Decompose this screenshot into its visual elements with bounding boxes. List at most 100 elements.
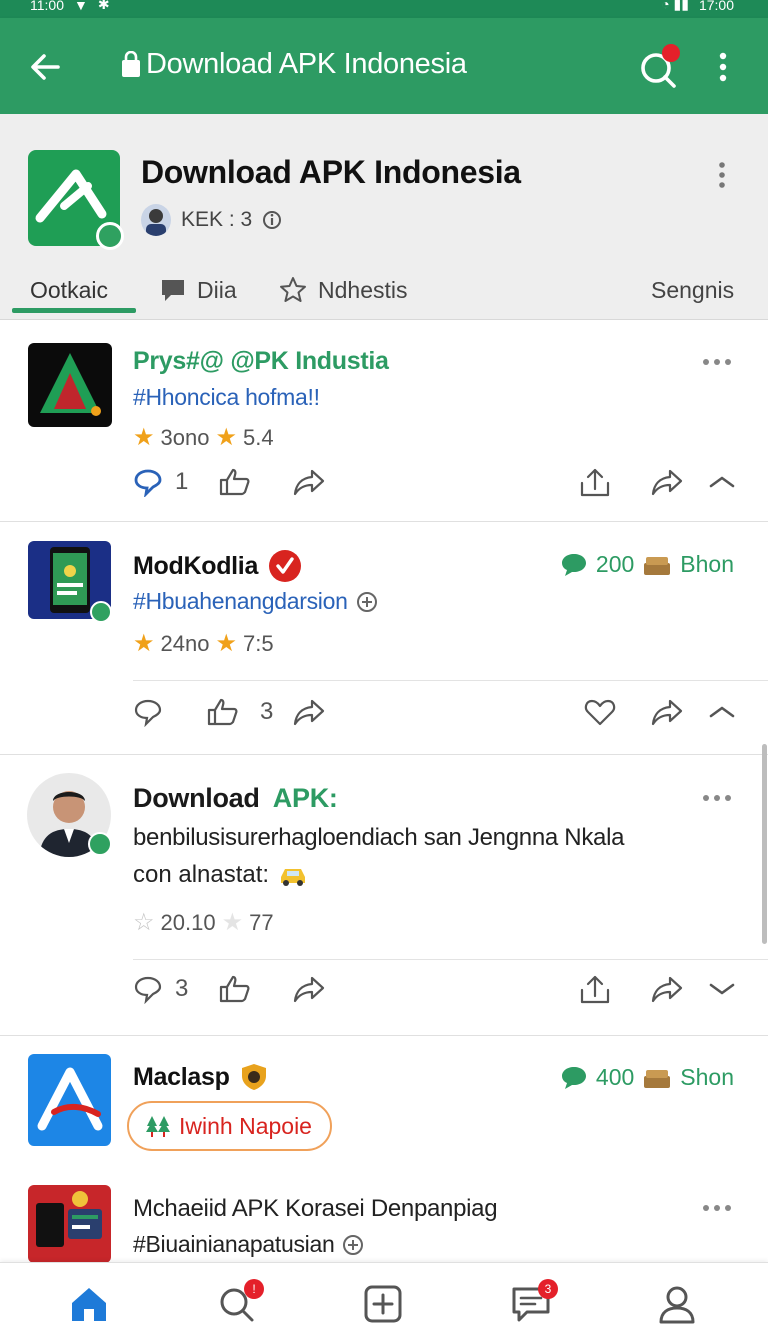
comment-button[interactable]: 3 (133, 974, 188, 1004)
like-count: 3 (260, 698, 274, 725)
post-actions: 1 (0, 467, 768, 511)
comment-button[interactable] (133, 697, 163, 727)
nav-create[interactable] (362, 1283, 404, 1325)
post-card[interactable]: ModKodlia #Hbuahenangdarsion ★ 24no ★ 7:… (0, 523, 768, 755)
post-thumbnail (28, 1185, 111, 1263)
add-circle-icon[interactable] (356, 591, 378, 613)
chat-bubble-icon (561, 1066, 586, 1089)
heart-icon (584, 699, 616, 726)
rating-count: 3ono (160, 424, 210, 450)
like-button[interactable] (218, 974, 252, 1004)
messages-badge: 3 (538, 1279, 558, 1299)
post-rating: ★ 3ono ★ 5.4 (133, 423, 274, 452)
channel-header: Download APK Indonesia KEK : 3 Ootkaic D… (0, 114, 768, 320)
tab-sengnis[interactable]: Sengnis (651, 260, 734, 320)
nav-profile[interactable] (656, 1283, 698, 1325)
home-icon (72, 1288, 106, 1321)
more-vertical-icon (719, 52, 727, 82)
share-upload-icon (580, 975, 610, 1004)
post-card[interactable]: Prys#@ @PK Industia #Hhoncica hofma!! ★ … (0, 321, 768, 522)
share-arrow-icon (293, 469, 325, 496)
add-square-icon (364, 1285, 402, 1323)
comment-icon (134, 469, 162, 497)
tab-label: Ootkaic (30, 276, 108, 303)
share-button[interactable] (292, 974, 326, 1004)
search-badge: ! (244, 1279, 264, 1299)
verified-badge-icon (88, 832, 112, 856)
post-more-button[interactable] (703, 795, 731, 801)
upload-button[interactable] (578, 974, 612, 1006)
search-button[interactable] (636, 44, 682, 92)
post-rating: ☆ 20.10 ★ 77 (133, 908, 274, 937)
forward-button[interactable] (650, 697, 684, 727)
post-more-button[interactable] (703, 359, 731, 365)
post-hashtag[interactable]: #Hbuahenangdarsion (133, 588, 348, 615)
post-card[interactable]: Mchaeiid APK Korasei Denpanpiag #Biuaini… (0, 1183, 768, 1263)
collapse-button[interactable] (707, 697, 737, 727)
money-stack-icon (644, 1069, 671, 1088)
collapse-button[interactable] (707, 467, 737, 497)
share-button[interactable] (292, 697, 326, 727)
overflow-menu-button[interactable] (708, 48, 738, 88)
thumbs-up-icon (219, 468, 250, 496)
nav-home[interactable] (68, 1283, 110, 1325)
signal-icon: ◔ ▮▮ (661, 0, 689, 12)
post-actions: 3 (0, 974, 768, 1018)
chat-bubble-icon (162, 280, 184, 301)
post-title[interactable]: ModKodlia (133, 552, 258, 581)
post-card[interactable]: Download APK: benbilusisurerhagloendiach… (0, 756, 768, 1036)
forward-arrow-icon (651, 469, 683, 496)
rating-count: 20.10 (160, 909, 216, 935)
like-button[interactable]: 3 (206, 697, 273, 727)
post-title[interactable]: Maclasp (133, 1063, 230, 1092)
active-tab-indicator (12, 308, 136, 313)
tag-chip[interactable]: Iwinh Napoie (127, 1101, 332, 1151)
thumbs-up-icon (219, 975, 250, 1003)
info-icon[interactable] (262, 210, 282, 230)
post-hashtag[interactable]: #Hhoncica hofma!! (133, 384, 320, 411)
app-icon-a (37, 1067, 103, 1131)
chat-bubble-icon (561, 553, 586, 576)
forward-arrow-icon (651, 976, 683, 1003)
star-icon: ★ (215, 630, 237, 657)
tab-diia[interactable]: Diia (159, 260, 237, 320)
post-title[interactable]: Mchaeiid APK Korasei Denpanpiag (133, 1195, 498, 1223)
post-more-button[interactable] (703, 1205, 731, 1211)
post-title[interactable]: Prys#@ @PK Industia (133, 347, 389, 376)
like-button[interactable] (218, 467, 252, 497)
post-hashtag[interactable]: #Biuainianapatusian (133, 1231, 335, 1258)
forward-button[interactable] (650, 974, 684, 1004)
add-circle-icon[interactable] (342, 1234, 364, 1256)
forward-button[interactable] (650, 467, 684, 497)
back-button[interactable] (24, 46, 66, 88)
channel-more-button[interactable] (708, 158, 736, 192)
back-arrow-icon (31, 54, 60, 80)
post-title[interactable]: Download APK: (133, 783, 338, 814)
post-body-line: benbilusisurerhagloendiach san Jengnna N… (133, 824, 625, 851)
wifi-icon: ▼ (74, 0, 88, 13)
comment-button[interactable]: 1 (133, 467, 188, 497)
upload-button[interactable] (578, 467, 612, 499)
rating-value: 5.4 (242, 424, 274, 450)
app-bar-title: Download APK Indonesia (120, 48, 467, 81)
post-card[interactable]: Maclasp Iwinh Napoie 400 Shon (0, 1037, 768, 1183)
scrollbar[interactable] (762, 744, 767, 944)
money-stack-icon (644, 556, 671, 575)
chevron-down-icon (709, 983, 735, 995)
expand-button[interactable] (707, 974, 737, 1004)
post-title-row: ModKodlia (133, 549, 302, 583)
check-badge-icon (269, 550, 302, 582)
comment-count: 3 (175, 975, 189, 1002)
post-thumbnail (28, 1054, 111, 1146)
nav-messages[interactable]: 3 (510, 1279, 558, 1325)
tab-ndhestis[interactable]: Ndhestis (278, 260, 407, 320)
share-button[interactable] (292, 467, 326, 497)
channel-owner-avatar[interactable] (141, 204, 171, 236)
channel-name: Download APK Indonesia (141, 154, 521, 190)
stat-count: 400 (595, 1064, 635, 1090)
share-arrow-icon (293, 699, 325, 726)
nav-search[interactable]: ! (216, 1279, 264, 1325)
star-outline-icon (280, 277, 306, 302)
favorite-button[interactable] (584, 697, 616, 727)
app-icon-triangle (40, 353, 101, 416)
